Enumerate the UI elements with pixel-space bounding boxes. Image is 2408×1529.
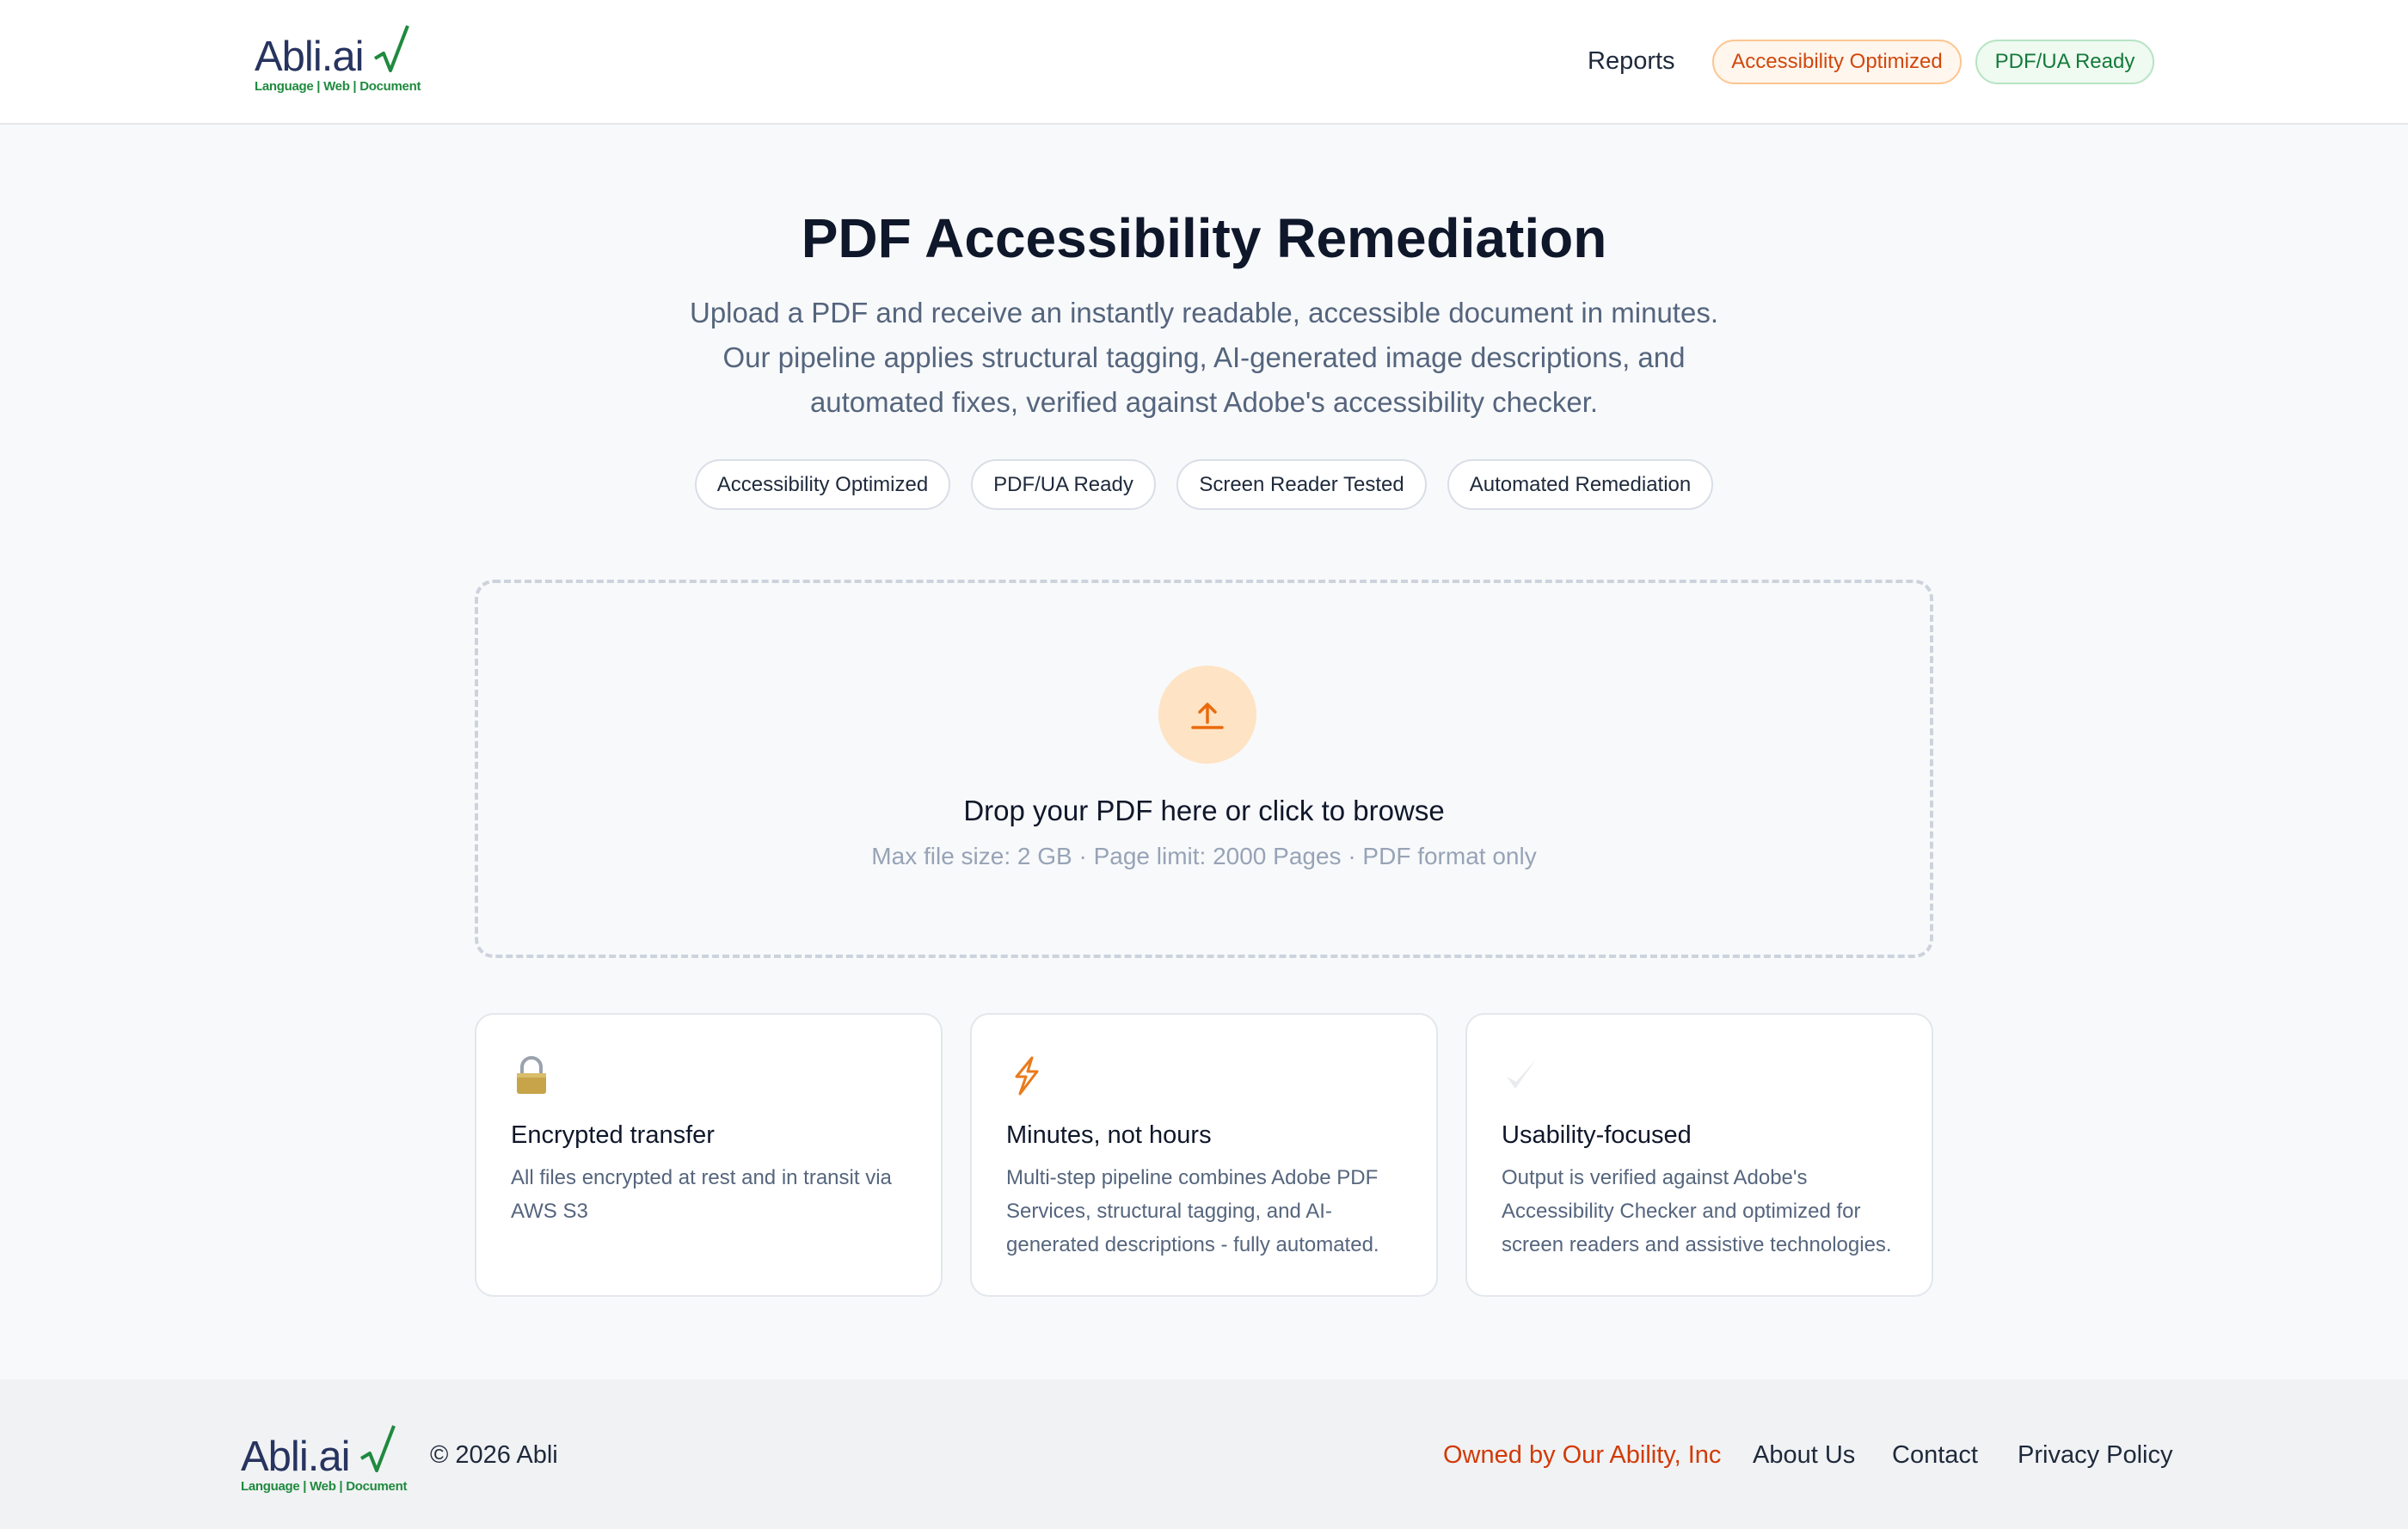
card-title: Encrypted transfer	[511, 1121, 715, 1149]
card-title: Usability-focused	[1502, 1121, 1692, 1149]
feature-card-encrypted: Encrypted transfer All files encrypted a…	[475, 1013, 943, 1297]
card-description: All files encrypted at rest and in trans…	[511, 1166, 892, 1223]
footer-link-privacy-policy[interactable]: Privacy Policy	[2018, 1441, 2173, 1470]
logo-checkmark-icon	[359, 1425, 396, 1472]
footer-link-owned-by[interactable]: Owned by Our Ability, Inc	[1443, 1441, 1721, 1470]
lock-icon	[517, 1056, 546, 1094]
upload-icon-circle	[1158, 666, 1256, 764]
checkmark-icon	[1507, 1059, 1536, 1089]
chip-screen-reader-tested: Screen Reader Tested	[1176, 459, 1427, 510]
card-description: Multi-step pipeline combines Adobe PDF S…	[1006, 1166, 1379, 1256]
dropzone-hint: Max file size: 2 GB · Page limit: 2000 P…	[871, 843, 1537, 869]
pdf-ua-ready-badge: PDF/UA Ready	[1975, 40, 2154, 84]
card-title: Minutes, not hours	[1006, 1121, 1212, 1149]
header-logo[interactable]: Abli.ai Language | Web | Document	[255, 24, 427, 101]
copyright-text: © 2026 Abli	[430, 1441, 558, 1469]
card-description: Output is verified against Adobe's Acces…	[1502, 1166, 1892, 1256]
accessibility-optimized-badge: Accessibility Optimized	[1712, 40, 1962, 84]
footer-logo[interactable]: Abli.ai Language | Web | Document	[241, 1422, 413, 1500]
chip-pdf-ua-ready: PDF/UA Ready	[971, 459, 1156, 510]
site-footer: Abli.ai Language | Web | Document © 2026…	[0, 1379, 2408, 1529]
footer-link-about-us[interactable]: About Us	[1753, 1441, 1855, 1470]
page-subtitle: Upload a PDF and receive an instantly re…	[690, 297, 1718, 418]
lightning-icon	[1015, 1056, 1039, 1096]
logo-wordmark: Abli.ai	[255, 34, 364, 80]
chip-automated-remediation: Automated Remediation	[1447, 459, 1713, 510]
logo-wordmark: Abli.ai	[241, 1434, 350, 1480]
logo-tagline: Language | Web | Document	[255, 79, 421, 94]
site-header: Abli.ai Language | Web | Document Report…	[0, 0, 2408, 125]
dropzone-title: Drop your PDF here or click to browse	[963, 795, 1445, 826]
nav-reports-link[interactable]: Reports	[1588, 47, 1675, 76]
page-title: PDF Accessibility Remediation	[801, 207, 1607, 269]
pdf-upload-dropzone[interactable]: Drop your PDF here or click to browse Ma…	[475, 580, 1933, 958]
feature-card-usability: Usability-focused Output is verified aga…	[1465, 1013, 1933, 1297]
upload-arrow-icon	[1191, 703, 1224, 729]
logo-tagline: Language | Web | Document	[241, 1479, 408, 1494]
chip-accessibility-optimized: Accessibility Optimized	[695, 459, 950, 510]
footer-link-contact[interactable]: Contact	[1892, 1441, 1978, 1470]
feature-card-speed: Minutes, not hours Multi-step pipeline c…	[970, 1013, 1438, 1297]
logo-checkmark-icon	[373, 25, 409, 72]
